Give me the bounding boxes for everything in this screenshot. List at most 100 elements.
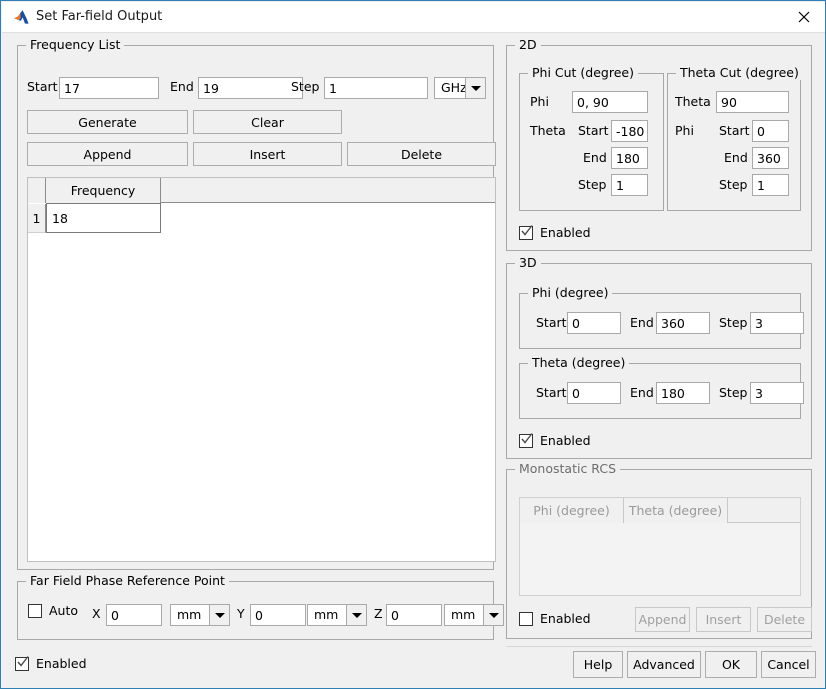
main-enabled-checkbox[interactable]: Enabled bbox=[15, 657, 87, 671]
title-bar: Set Far-field Output bbox=[2, 2, 826, 33]
three-d-theta-legend: Theta (degree) bbox=[528, 356, 629, 370]
three-d-phi-step-label: Step bbox=[719, 315, 747, 331]
clear-button[interactable]: Clear bbox=[193, 110, 342, 134]
frequency-table-header: Frequency bbox=[28, 178, 495, 203]
frequency-list-group: Frequency List Start End Step GHz Genera… bbox=[17, 45, 494, 570]
three-d-enabled-checkbox-label: Enabled bbox=[540, 434, 591, 448]
theta-cut-theta-input[interactable] bbox=[716, 91, 789, 113]
theta-cut-end-input[interactable] bbox=[752, 147, 789, 169]
two-d-enabled-checkbox-box bbox=[519, 226, 533, 240]
three-d-phi-start-label: Start bbox=[536, 315, 567, 331]
phi-cut-start-input[interactable] bbox=[611, 120, 648, 142]
theta-cut-group: Theta Cut (degree) Theta Phi Start End S… bbox=[667, 73, 801, 211]
theta-cut-phi-label: Phi bbox=[675, 123, 694, 139]
two-d-enabled-checkbox[interactable]: Enabled bbox=[519, 226, 591, 240]
three-d-theta-start-label: Start bbox=[536, 385, 567, 401]
freq-step-input[interactable] bbox=[324, 77, 428, 99]
ok-button[interactable]: OK bbox=[705, 651, 757, 678]
monostatic-rcs-phi-column-header: Phi (degree) bbox=[520, 498, 624, 523]
frequency-table-corner bbox=[28, 178, 46, 203]
frequency-list-legend: Frequency List bbox=[26, 38, 124, 52]
monostatic-rcs-legend: Monostatic RCS bbox=[515, 462, 620, 476]
y-unit-combo[interactable]: mm bbox=[307, 604, 367, 626]
three-d-theta-end-label: End bbox=[630, 385, 654, 401]
freq-step-label: Step bbox=[291, 79, 319, 95]
three-d-theta-end-input[interactable] bbox=[656, 382, 710, 404]
freq-start-label: Start bbox=[27, 79, 58, 95]
auto-checkbox[interactable]: Auto bbox=[28, 604, 78, 618]
two-d-legend: 2D bbox=[515, 38, 541, 52]
y-label: Y bbox=[237, 606, 245, 622]
two-d-group: 2D Phi Cut (degree) Phi Theta Start End … bbox=[506, 45, 812, 251]
phi-cut-start-label: Start bbox=[578, 123, 609, 139]
x-unit-combo[interactable]: mm bbox=[170, 604, 230, 626]
frequency-cell-1[interactable]: 18 bbox=[46, 203, 161, 233]
three-d-enabled-checkbox-box bbox=[519, 434, 533, 448]
monostatic-rcs-delete-button: Delete bbox=[757, 607, 812, 632]
three-d-phi-group: Phi (degree) Start End Step bbox=[519, 293, 801, 349]
three-d-phi-step-input[interactable] bbox=[750, 312, 804, 334]
frequency-table[interactable]: Frequency 1 18 bbox=[27, 177, 496, 562]
matlab-logo-icon bbox=[13, 9, 30, 26]
z-label: Z bbox=[374, 606, 383, 622]
three-d-phi-end-label: End bbox=[630, 315, 654, 331]
three-d-phi-legend: Phi (degree) bbox=[528, 286, 612, 300]
three-d-group: 3D Phi (degree) Start End Step Theta (de… bbox=[506, 263, 812, 459]
phi-cut-legend: Phi Cut (degree) bbox=[528, 66, 638, 80]
three-d-theta-start-input[interactable] bbox=[567, 382, 621, 404]
phi-cut-end-input[interactable] bbox=[611, 147, 648, 169]
x-input[interactable] bbox=[106, 604, 162, 626]
x-label: X bbox=[92, 606, 101, 622]
freq-unit-value: GHz bbox=[434, 77, 465, 99]
phi-cut-step-label: Step bbox=[578, 177, 606, 193]
three-d-phi-end-input[interactable] bbox=[656, 312, 710, 334]
far-field-phase-reference-point-group: Far Field Phase Reference Point Auto X m… bbox=[17, 581, 494, 640]
monostatic-rcs-enabled-checkbox[interactable]: Enabled bbox=[519, 612, 591, 626]
chevron-down-icon bbox=[346, 604, 367, 626]
auto-checkbox-label: Auto bbox=[49, 604, 78, 618]
theta-cut-end-label: End bbox=[724, 150, 748, 166]
z-input[interactable] bbox=[386, 604, 442, 626]
y-unit-value: mm bbox=[307, 604, 346, 626]
three-d-theta-step-label: Step bbox=[719, 385, 747, 401]
theta-cut-legend: Theta Cut (degree) bbox=[676, 66, 803, 80]
frequency-column-header[interactable]: Frequency bbox=[46, 178, 161, 203]
help-button[interactable]: Help bbox=[573, 651, 623, 678]
phi-cut-theta-label: Theta bbox=[530, 123, 566, 139]
phi-cut-phi-input[interactable] bbox=[572, 91, 648, 113]
monostatic-rcs-append-button: Append bbox=[635, 607, 690, 632]
generate-button[interactable]: Generate bbox=[27, 110, 188, 134]
window-title: Set Far-field Output bbox=[36, 9, 162, 24]
three-d-theta-group: Theta (degree) Start End Step bbox=[519, 363, 801, 419]
monostatic-rcs-table: Phi (degree) Theta (degree) bbox=[519, 497, 801, 596]
three-d-enabled-checkbox[interactable]: Enabled bbox=[519, 434, 591, 448]
freq-unit-combo[interactable]: GHz bbox=[434, 77, 486, 99]
phi-cut-step-input[interactable] bbox=[611, 174, 648, 196]
frequency-table-body bbox=[46, 204, 495, 561]
three-d-legend: 3D bbox=[515, 256, 541, 270]
theta-cut-step-input[interactable] bbox=[752, 174, 789, 196]
monostatic-rcs-insert-button: Insert bbox=[696, 607, 751, 632]
theta-cut-start-input[interactable] bbox=[752, 120, 789, 142]
insert-button[interactable]: Insert bbox=[193, 142, 342, 166]
three-d-theta-step-input[interactable] bbox=[750, 382, 804, 404]
advanced-button[interactable]: Advanced bbox=[627, 651, 701, 678]
footer-divider bbox=[506, 646, 812, 647]
theta-cut-step-label: Step bbox=[719, 177, 747, 193]
y-input[interactable] bbox=[250, 604, 306, 626]
chevron-down-icon bbox=[465, 77, 486, 99]
freq-start-input[interactable] bbox=[59, 77, 159, 99]
monostatic-rcs-enabled-checkbox-label: Enabled bbox=[540, 612, 591, 626]
freq-end-input[interactable] bbox=[198, 77, 303, 99]
phi-cut-end-label: End bbox=[583, 150, 607, 166]
cancel-button[interactable]: Cancel bbox=[761, 651, 816, 678]
z-unit-combo[interactable]: mm bbox=[444, 604, 504, 626]
chevron-down-icon bbox=[483, 604, 504, 626]
delete-button[interactable]: Delete bbox=[347, 142, 496, 166]
three-d-phi-start-input[interactable] bbox=[567, 312, 621, 334]
close-icon[interactable] bbox=[781, 2, 826, 32]
main-enabled-checkbox-label: Enabled bbox=[36, 657, 87, 671]
append-button[interactable]: Append bbox=[27, 142, 188, 166]
frequency-row-index: 1 bbox=[28, 204, 46, 233]
two-d-enabled-checkbox-label: Enabled bbox=[540, 226, 591, 240]
